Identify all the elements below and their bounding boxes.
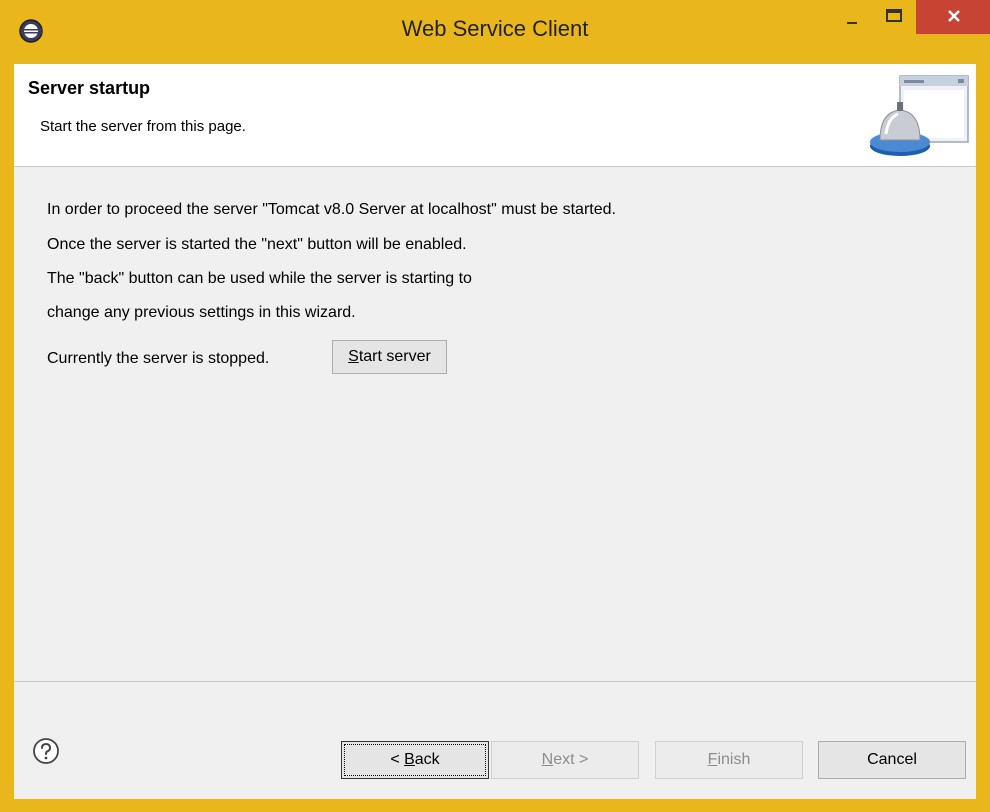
- back-button[interactable]: < Back: [341, 741, 489, 779]
- page-description: Start the server from this page.: [40, 118, 246, 135]
- footer-divider: [14, 681, 976, 682]
- info-line: change any previous settings in this wiz…: [47, 304, 356, 321]
- start-server-button[interactable]: Start server: [332, 340, 447, 374]
- maximize-icon: [886, 9, 902, 22]
- wizard-banner: Server startup Start the server from thi…: [14, 64, 976, 167]
- back-label: ack: [414, 751, 440, 768]
- server-bell-icon: [870, 75, 969, 156]
- info-line: The "back" button can be used while the …: [47, 270, 472, 287]
- wizard-window: Web Service Client Server startup Start …: [0, 0, 990, 812]
- next-button[interactable]: Next >: [491, 741, 639, 779]
- next-mnemonic: N: [541, 751, 554, 768]
- wizard-content: Server startup Start the server from thi…: [14, 64, 976, 799]
- finish-label: inish: [717, 751, 751, 768]
- page-title: Server startup: [28, 78, 151, 98]
- info-line: Once the server is started the "next" bu…: [47, 236, 467, 253]
- cancel-button[interactable]: Cancel: [818, 741, 966, 779]
- start-server-label: tart server: [358, 348, 431, 365]
- minimize-button[interactable]: [831, 0, 871, 34]
- back-prefix: <: [390, 751, 405, 768]
- start-server-mnemonic: S: [348, 348, 359, 365]
- minimize-icon: [847, 22, 857, 24]
- finish-mnemonic: F: [707, 751, 718, 768]
- close-icon: [948, 10, 960, 22]
- info-line: In order to proceed the server "Tomcat v…: [47, 201, 616, 218]
- back-mnemonic: B: [404, 751, 415, 768]
- finish-button[interactable]: Finish: [655, 741, 803, 779]
- help-icon[interactable]: [32, 737, 60, 765]
- close-button[interactable]: [916, 0, 990, 34]
- title-bar[interactable]: Web Service Client: [0, 0, 990, 64]
- next-label: ext >: [553, 751, 589, 768]
- maximize-button[interactable]: [873, 0, 913, 34]
- server-status-text: Currently the server is stopped.: [47, 350, 270, 367]
